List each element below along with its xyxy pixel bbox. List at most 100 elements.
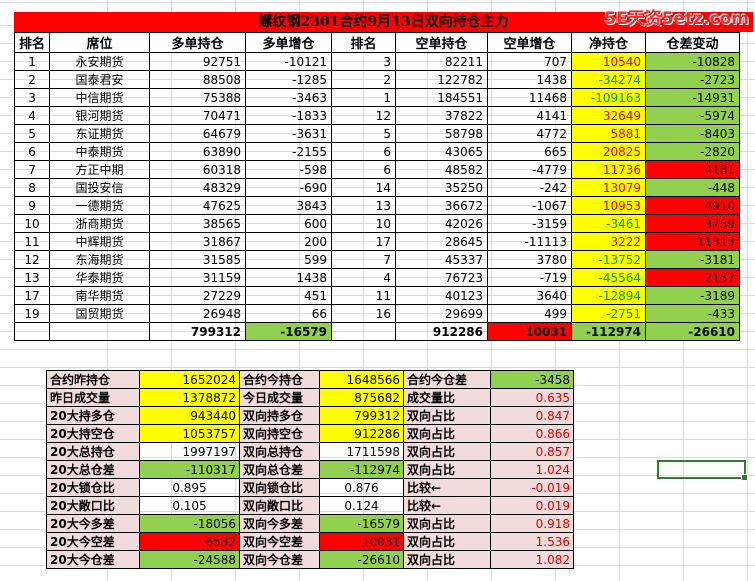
- row-long-change[interactable]: -1833: [245, 106, 333, 125]
- row-long[interactable]: 92751: [149, 52, 247, 71]
- row-diff[interactable]: -433: [645, 304, 741, 323]
- summary-label-2[interactable]: 双向敞口比: [239, 496, 320, 515]
- summary-value-3[interactable]: 1.536: [490, 532, 574, 551]
- row-long-change[interactable]: -2155: [245, 142, 333, 161]
- row-diff[interactable]: 4181: [645, 160, 741, 179]
- summary-label-2[interactable]: 双向持空仓: [239, 424, 320, 443]
- header-rank[interactable]: 排名: [13, 32, 51, 53]
- summary-value-1[interactable]: 1997197: [139, 442, 240, 461]
- row-short[interactable]: 58798: [395, 124, 489, 143]
- row-net[interactable]: -45564: [571, 268, 647, 287]
- row-seat[interactable]: 东证期货: [49, 124, 151, 143]
- summary-value-1[interactable]: 0.895: [139, 478, 240, 497]
- totals-blank-2[interactable]: [49, 322, 151, 341]
- row-short-change[interactable]: 11468: [487, 88, 573, 107]
- row-long-change[interactable]: -1285: [245, 70, 333, 89]
- summary-value-3[interactable]: 1.024: [490, 460, 574, 479]
- summary-label-2[interactable]: 双向总仓差: [239, 460, 320, 479]
- row-long-change[interactable]: 3843: [245, 196, 333, 215]
- row-long[interactable]: 48329: [149, 178, 247, 197]
- summary-label-2[interactable]: 双向今多差: [239, 514, 320, 533]
- row-short-change[interactable]: 4772: [487, 124, 573, 143]
- row-rank[interactable]: 2: [13, 70, 51, 89]
- row-seat[interactable]: 东海期货: [49, 250, 151, 269]
- row-seat[interactable]: 中辉期货: [49, 232, 151, 251]
- summary-value-2[interactable]: -26610: [319, 550, 404, 569]
- row-long[interactable]: 31867: [149, 232, 247, 251]
- row-long-change[interactable]: 599: [245, 250, 333, 269]
- row-net[interactable]: 32649: [571, 106, 647, 125]
- summary-value-2[interactable]: 799312: [319, 406, 404, 425]
- row-short-rank[interactable]: 17: [331, 232, 397, 251]
- header-long[interactable]: 多单持仓: [149, 32, 247, 53]
- summary-label-3[interactable]: 双向占比: [403, 550, 491, 569]
- row-long-change[interactable]: 451: [245, 286, 333, 305]
- row-short-change[interactable]: -3159: [487, 214, 573, 233]
- summary-value-3[interactable]: -0.019: [490, 478, 574, 497]
- summary-label-1[interactable]: 20大总仓差: [46, 460, 140, 479]
- row-rank[interactable]: 11: [13, 232, 51, 251]
- row-short-change[interactable]: 3640: [487, 286, 573, 305]
- summary-value-3[interactable]: 0.635: [490, 388, 574, 407]
- summary-label-2[interactable]: 双向总持仓: [239, 442, 320, 461]
- summary-label-2[interactable]: 双向今空差: [239, 532, 320, 551]
- row-net[interactable]: -109163: [571, 88, 647, 107]
- summary-label-1[interactable]: 20大总持仓: [46, 442, 140, 461]
- total-long[interactable]: 799312: [149, 322, 247, 341]
- row-long-change[interactable]: -3631: [245, 124, 333, 143]
- row-short-change[interactable]: 1438: [487, 70, 573, 89]
- summary-value-2[interactable]: -16579: [319, 514, 404, 533]
- row-long-change[interactable]: 66: [245, 304, 333, 323]
- row-seat[interactable]: 一德期货: [49, 196, 151, 215]
- summary-label-3[interactable]: 双向占比: [403, 460, 491, 479]
- row-short-change[interactable]: -242: [487, 178, 573, 197]
- row-long[interactable]: 88508: [149, 70, 247, 89]
- row-diff[interactable]: 2157: [645, 268, 741, 287]
- row-short-change[interactable]: 707: [487, 52, 573, 71]
- summary-value-1[interactable]: 1053757: [139, 424, 240, 443]
- summary-value-3[interactable]: 0.019: [490, 496, 574, 515]
- summary-label-3[interactable]: 比较←: [403, 478, 491, 497]
- summary-label-1[interactable]: 20大持多仓: [46, 406, 140, 425]
- summary-label-2[interactable]: 双向今仓差: [239, 550, 320, 569]
- row-seat[interactable]: 中信期货: [49, 88, 151, 107]
- row-long-change[interactable]: -3463: [245, 88, 333, 107]
- row-long[interactable]: 64679: [149, 124, 247, 143]
- summary-value-1[interactable]: 1378872: [139, 388, 240, 407]
- header-long-change[interactable]: 多单增仓: [245, 32, 333, 53]
- total-short-change[interactable]: 10031: [487, 322, 573, 341]
- summary-value-2[interactable]: 1648566: [319, 370, 404, 389]
- row-seat[interactable]: 永安期货: [49, 52, 151, 71]
- summary-value-1[interactable]: 1652024: [139, 370, 240, 389]
- summary-label-3[interactable]: 双向占比: [403, 532, 491, 551]
- total-net[interactable]: -112974: [571, 322, 647, 341]
- row-short-change[interactable]: -11113: [487, 232, 573, 251]
- summary-value-2[interactable]: 0.124: [319, 496, 404, 515]
- row-diff[interactable]: -14931: [645, 88, 741, 107]
- row-short[interactable]: 36672: [395, 196, 489, 215]
- row-seat[interactable]: 中泰期货: [49, 142, 151, 161]
- summary-value-2[interactable]: 10031: [319, 532, 404, 551]
- row-short-change[interactable]: 3780: [487, 250, 573, 269]
- row-net[interactable]: 10540: [571, 52, 647, 71]
- summary-label-2[interactable]: 双向锁仓比: [239, 478, 320, 497]
- row-short[interactable]: 48582: [395, 160, 489, 179]
- summary-label-2[interactable]: 双向持多仓: [239, 406, 320, 425]
- row-rank[interactable]: 12: [13, 250, 51, 269]
- row-short[interactable]: 122782: [395, 70, 489, 89]
- summary-value-1[interactable]: 6532: [139, 532, 240, 551]
- summary-value-1[interactable]: 943440: [139, 406, 240, 425]
- row-short-rank[interactable]: 12: [331, 106, 397, 125]
- row-short-rank[interactable]: 2: [331, 70, 397, 89]
- summary-label-3[interactable]: 成交量比: [403, 388, 491, 407]
- row-short-rank[interactable]: 3: [331, 52, 397, 71]
- row-seat[interactable]: 南华期货: [49, 286, 151, 305]
- row-net[interactable]: -2751: [571, 304, 647, 323]
- row-short[interactable]: 40123: [395, 286, 489, 305]
- row-short-rank[interactable]: 4: [331, 268, 397, 287]
- row-seat[interactable]: 浙商期货: [49, 214, 151, 233]
- row-net[interactable]: 11736: [571, 160, 647, 179]
- row-short[interactable]: 45337: [395, 250, 489, 269]
- summary-label-1[interactable]: 20大锁仓比: [46, 478, 140, 497]
- summary-label-3[interactable]: 合约今仓差: [403, 370, 491, 389]
